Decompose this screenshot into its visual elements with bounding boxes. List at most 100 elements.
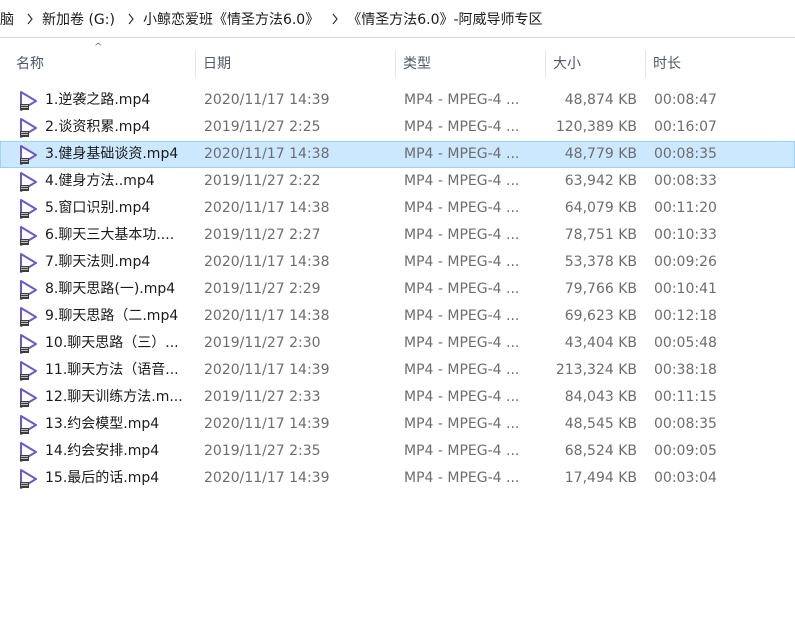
file-row[interactable]: 2.谈资积累.mp4 2019/11/27 2:25 MP4 - MPEG-4 ..… [0,114,795,141]
column-header-date[interactable]: 日期 [196,48,396,80]
file-size: 43,404 KB [564,335,637,351]
file-row[interactable]: 12.聊天训练方法.m... 2019/11/27 2:33 MP4 - MPEG-… [0,384,795,411]
video-file-icon [17,468,39,490]
file-date: 2019/11/27 2:27 [204,227,321,243]
file-duration: 00:03:04 [654,470,717,486]
file-date: 2019/11/27 2:35 [204,443,321,459]
file-row[interactable]: 11.聊天方法（语音... 2020/11/17 14:39 MP4 - MPEG-… [0,357,795,384]
file-list: 1.逆袭之路.mp4 2020/11/17 14:39 MP4 - MPEG-4 .… [0,87,795,492]
file-row[interactable]: 10.聊天思路（三）... 2019/11/27 2:30 MP4 - MPEG-4… [0,330,795,357]
file-type: MP4 - MPEG-4 ... [404,308,520,324]
file-name: 9.聊天思路（二.mp4 [45,308,179,324]
video-file-icon [17,225,39,247]
breadcrumb-item-course[interactable]: 小鲸恋爱班《情圣方法6.0》 [139,9,327,29]
video-file-icon [17,198,39,220]
file-name: 1.逆袭之路.mp4 [45,92,151,108]
file-size: 68,524 KB [564,443,637,459]
breadcrumb-item-computer[interactable]: 电脑 [0,9,22,29]
file-duration: 00:05:48 [654,335,717,351]
file-row[interactable]: 5.窗口识别.mp4 2020/11/17 14:38 MP4 - MPEG-4 .… [0,195,795,222]
video-file-icon [17,279,39,301]
video-file-icon [17,144,39,166]
file-date: 2019/11/27 2:30 [204,335,321,351]
video-file-icon [17,414,39,436]
column-header-duration[interactable]: 时长 [646,48,795,80]
file-row[interactable]: 8.聊天思路(一).mp4 2019/11/27 2:29 MP4 - MPEG-4… [0,276,795,303]
column-header-size-label: 大小 [553,56,581,72]
file-row[interactable]: 14.约会安排.mp4 2019/11/27 2:35 MP4 - MPEG-4 .… [0,438,795,465]
file-duration: 00:08:47 [654,92,717,108]
file-size: 17,494 KB [564,470,637,486]
column-header-type[interactable]: 类型 [396,48,546,80]
file-row[interactable]: 4.健身方法..mp4 2019/11/27 2:22 MP4 - MPEG-4 .… [0,168,795,195]
video-file-icon [17,360,39,382]
file-row[interactable]: 9.聊天思路（二.mp4 2020/11/17 14:38 MP4 - MPEG-4… [0,303,795,330]
video-file-icon [17,171,39,193]
file-duration: 00:38:18 [654,362,717,378]
video-file-icon [17,441,39,463]
video-file-icon [17,333,39,355]
file-date: 2020/11/17 14:39 [204,470,330,486]
file-date: 2020/11/17 14:39 [204,362,330,378]
file-type: MP4 - MPEG-4 ... [404,416,520,432]
file-duration: 00:08:35 [654,146,717,162]
file-size: 48,874 KB [564,92,637,108]
column-header-date-label: 日期 [203,56,231,72]
file-name: 3.健身基础谈资.mp4 [45,146,179,162]
file-duration: 00:10:41 [654,281,717,297]
file-date: 2019/11/27 2:33 [204,389,321,405]
file-date: 2019/11/27 2:25 [204,119,321,135]
file-date: 2019/11/27 2:29 [204,281,321,297]
file-duration: 00:11:20 [654,200,717,216]
chevron-right-icon[interactable] [22,13,38,25]
column-header-name-label: 名称 [16,56,44,72]
file-size: 84,043 KB [564,389,637,405]
video-file-icon [17,306,39,328]
file-name: 13.约会模型.mp4 [45,416,160,432]
file-name: 8.聊天思路(一).mp4 [45,281,176,297]
file-name: 5.窗口识别.mp4 [45,200,151,216]
breadcrumb: 电脑 新加卷 (G:) 小鲸恋爱班《情圣方法6.0》 《情圣方法6.0》-阿威导… [0,0,795,38]
file-size: 213,324 KB [555,362,637,378]
file-type: MP4 - MPEG-4 ... [404,92,520,108]
file-row[interactable]: 6.聊天三大基本功.... 2019/11/27 2:27 MP4 - MPEG-4… [0,222,795,249]
file-name: 7.聊天法则.mp4 [45,254,151,270]
video-file-icon [17,90,39,112]
column-header-duration-label: 时长 [653,56,681,72]
video-file-icon [17,117,39,139]
file-type: MP4 - MPEG-4 ... [404,362,520,378]
file-size: 48,545 KB [564,416,637,432]
file-duration: 00:09:26 [654,254,717,270]
file-size: 78,751 KB [564,227,637,243]
file-duration: 00:10:33 [654,227,717,243]
file-date: 2019/11/27 2:22 [204,173,321,189]
chevron-right-icon[interactable] [327,13,343,25]
file-row[interactable]: 1.逆袭之路.mp4 2020/11/17 14:39 MP4 - MPEG-4 .… [0,87,795,114]
column-header-row: ^ 名称 日期 类型 大小 时长 [0,43,795,80]
file-name: 4.健身方法..mp4 [45,173,155,189]
file-row[interactable]: 13.约会模型.mp4 2020/11/17 14:39 MP4 - MPEG-4 … [0,411,795,438]
chevron-right-icon[interactable] [123,13,139,25]
file-type: MP4 - MPEG-4 ... [404,173,520,189]
breadcrumb-item-current-folder[interactable]: 《情圣方法6.0》-阿威导师专区 [343,9,550,29]
breadcrumb-item-drive[interactable]: 新加卷 (G:) [38,9,123,29]
file-row[interactable]: 3.健身基础谈资.mp4 2020/11/17 14:38 MP4 - MPEG-4… [0,141,795,168]
video-file-icon [17,252,39,274]
file-row[interactable]: 7.聊天法则.mp4 2020/11/17 14:38 MP4 - MPEG-4 .… [0,249,795,276]
file-date: 2020/11/17 14:38 [204,200,330,216]
file-date: 2020/11/17 14:38 [204,308,330,324]
file-type: MP4 - MPEG-4 ... [404,254,520,270]
file-type: MP4 - MPEG-4 ... [404,119,520,135]
file-size: 69,623 KB [564,308,637,324]
file-type: MP4 - MPEG-4 ... [404,281,520,297]
file-size: 48,779 KB [564,146,637,162]
column-header-size[interactable]: 大小 [546,48,646,80]
file-type: MP4 - MPEG-4 ... [404,335,520,351]
file-duration: 00:08:35 [654,416,717,432]
file-size: 53,378 KB [564,254,637,270]
video-file-icon [17,387,39,409]
file-duration: 00:16:07 [654,119,717,135]
column-header-name[interactable]: ^ 名称 [0,43,196,80]
file-type: MP4 - MPEG-4 ... [404,389,520,405]
file-row[interactable]: 15.最后的话.mp4 2020/11/17 14:39 MP4 - MPEG-4 … [0,465,795,492]
